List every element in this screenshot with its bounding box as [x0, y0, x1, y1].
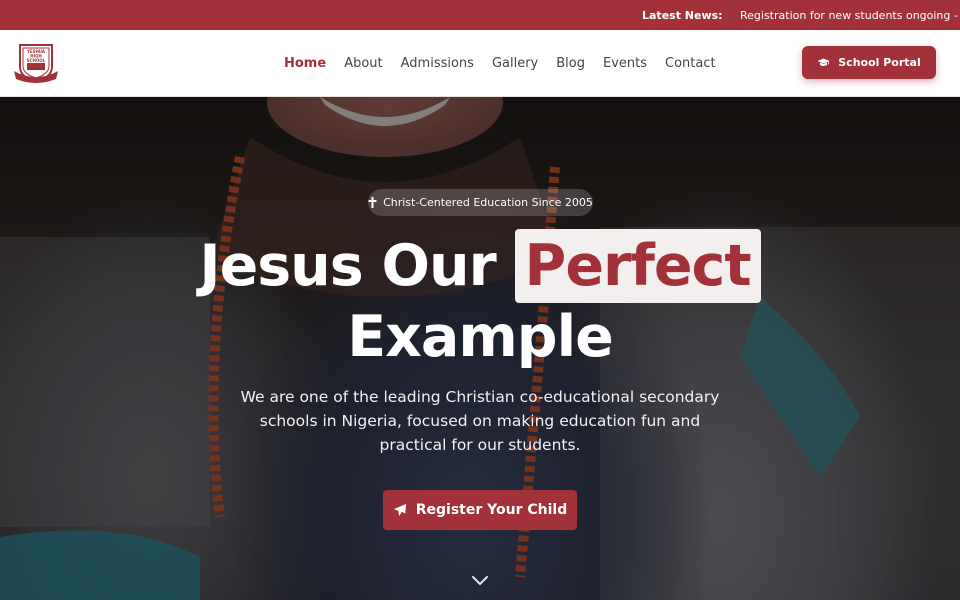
register-child-button[interactable]: Register Your Child: [383, 490, 577, 530]
logo-text-3: SCHOOL: [27, 58, 46, 63]
headline-part1: Jesus Our: [199, 233, 496, 299]
nav-home[interactable]: Home: [284, 56, 326, 71]
news-text[interactable]: Registration for new students ongoing - …: [740, 9, 960, 22]
school-crest-logo[interactable]: YESHUA HIGH SCHOOL: [12, 41, 60, 85]
nav-events[interactable]: Events: [603, 56, 647, 71]
chevron-down-icon[interactable]: [470, 573, 490, 587]
nav-blog[interactable]: Blog: [556, 56, 585, 71]
cross-icon: [368, 197, 377, 208]
tagline-text: Christ-Centered Education Since 2005: [383, 196, 593, 209]
hero-headline: Jesus Our Perfect Example: [0, 229, 960, 371]
site-header: YESHUA HIGH SCHOOL Home About Admissions…: [0, 30, 960, 97]
nav-gallery[interactable]: Gallery: [492, 56, 538, 71]
nav-admissions[interactable]: Admissions: [401, 56, 474, 71]
headline-highlight: Perfect: [514, 229, 761, 303]
tagline-pill: Christ-Centered Education Since 2005: [368, 189, 593, 216]
school-portal-button[interactable]: School Portal: [802, 46, 936, 79]
news-ticker: Latest News: Registration for new studen…: [0, 0, 960, 30]
school-portal-label: School Portal: [838, 56, 921, 69]
main-nav: Home About Admissions Gallery Blog Event…: [284, 30, 734, 97]
paper-plane-icon: [393, 503, 406, 517]
register-child-label: Register Your Child: [415, 502, 568, 518]
nav-contact[interactable]: Contact: [665, 56, 716, 71]
hero-section: Christ-Centered Education Since 2005 Jes…: [0, 97, 960, 600]
nav-about[interactable]: About: [344, 56, 382, 71]
hero-description: We are one of the leading Christian co-e…: [240, 388, 720, 454]
news-label: Latest News:: [642, 8, 723, 22]
graduation-cap-icon: [817, 58, 830, 66]
headline-part2: Example: [347, 304, 614, 370]
